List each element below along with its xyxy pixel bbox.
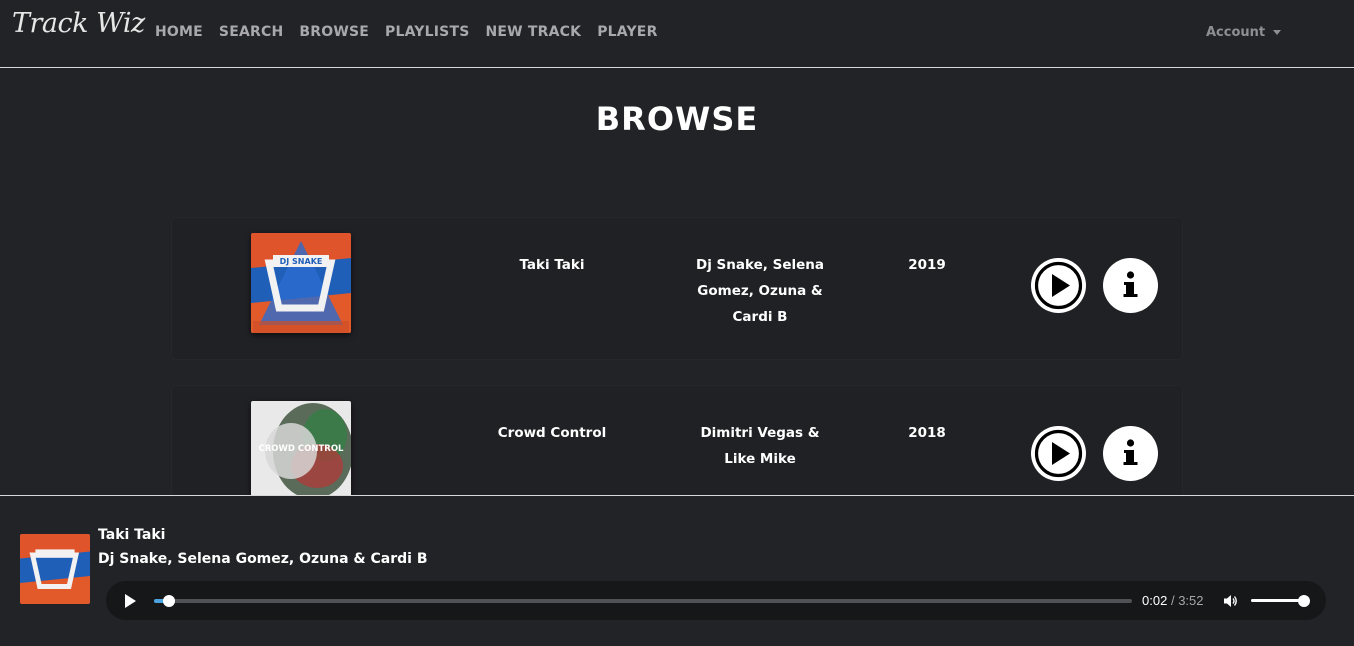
progress-slider[interactable] <box>154 595 1132 607</box>
volume-thumb[interactable] <box>1298 595 1310 607</box>
now-playing-title: Taki Taki <box>98 527 166 543</box>
album-cover: CROWD CONTROL <box>251 401 351 501</box>
nav-search[interactable]: SEARCH <box>219 24 283 40</box>
cover-label: DJ SNAKE <box>280 257 323 266</box>
nav-browse[interactable]: BROWSE <box>299 24 369 40</box>
track-title: Crowd Control <box>497 425 607 441</box>
play-circle-icon <box>1034 261 1083 310</box>
account-dropdown[interactable]: Account <box>1206 25 1282 40</box>
nav-links: HOME SEARCH BROWSE PLAYLISTS NEW TRACK P… <box>155 24 674 40</box>
nav-playlists[interactable]: PLAYLISTS <box>385 24 469 40</box>
brand-logo[interactable]: Track Wiz <box>12 8 145 39</box>
volume-slider[interactable] <box>1251 595 1310 607</box>
progress-thumb[interactable] <box>162 595 175 607</box>
now-playing-artist: Dj Snake, Selena Gomez, Ozuna & Cardi B <box>98 551 428 567</box>
volume-button[interactable] <box>1223 593 1239 613</box>
account-label: Account <box>1206 25 1266 40</box>
track-artist: Dimitri Vegas & Like Mike <box>700 425 820 467</box>
duration: 3:52 <box>1178 593 1204 608</box>
nav-new-track[interactable]: NEW TRACK <box>486 24 582 40</box>
navbar: Track Wiz HOME SEARCH BROWSE PLAYLISTS N… <box>0 0 1354 68</box>
info-icon <box>1123 271 1138 297</box>
nav-player[interactable]: PLAYER <box>597 24 657 40</box>
time-separator: / <box>1170 593 1175 608</box>
play-circle-icon <box>1034 429 1083 478</box>
track-year: 2018 <box>908 425 946 441</box>
track-artist: Dj Snake, Selena Gomez, Ozuna & Cardi B <box>696 257 824 325</box>
page-title: BROWSE <box>595 100 759 138</box>
track-year: 2019 <box>908 257 946 273</box>
play-button[interactable] <box>1031 426 1086 481</box>
audio-play-button[interactable] <box>122 593 138 613</box>
audio-controls: 0:02 / 3:52 <box>106 581 1326 620</box>
player-bar: Taki Taki Dj Snake, Selena Gomez, Ozuna … <box>0 495 1354 646</box>
volume-fill <box>1251 599 1304 602</box>
info-icon <box>1123 439 1138 465</box>
chevron-down-icon <box>1273 30 1282 35</box>
time-display: 0:02 / 3:52 <box>1142 593 1204 608</box>
current-time: 0:02 <box>1142 593 1168 608</box>
volume-icon <box>1224 595 1237 607</box>
cover-label: CROWD CONTROL <box>259 444 345 454</box>
nav-home[interactable]: HOME <box>155 24 203 40</box>
album-cover: DJ SNAKE <box>251 233 351 333</box>
track-row: DJ SNAKE Taki Taki Dj Snake, Selena Gome… <box>172 218 1182 359</box>
info-button[interactable] <box>1103 426 1158 481</box>
track-title: Taki Taki <box>519 257 585 273</box>
play-icon <box>125 594 136 608</box>
play-button[interactable] <box>1031 258 1086 313</box>
info-button[interactable] <box>1103 258 1158 313</box>
now-playing-cover <box>20 534 90 604</box>
